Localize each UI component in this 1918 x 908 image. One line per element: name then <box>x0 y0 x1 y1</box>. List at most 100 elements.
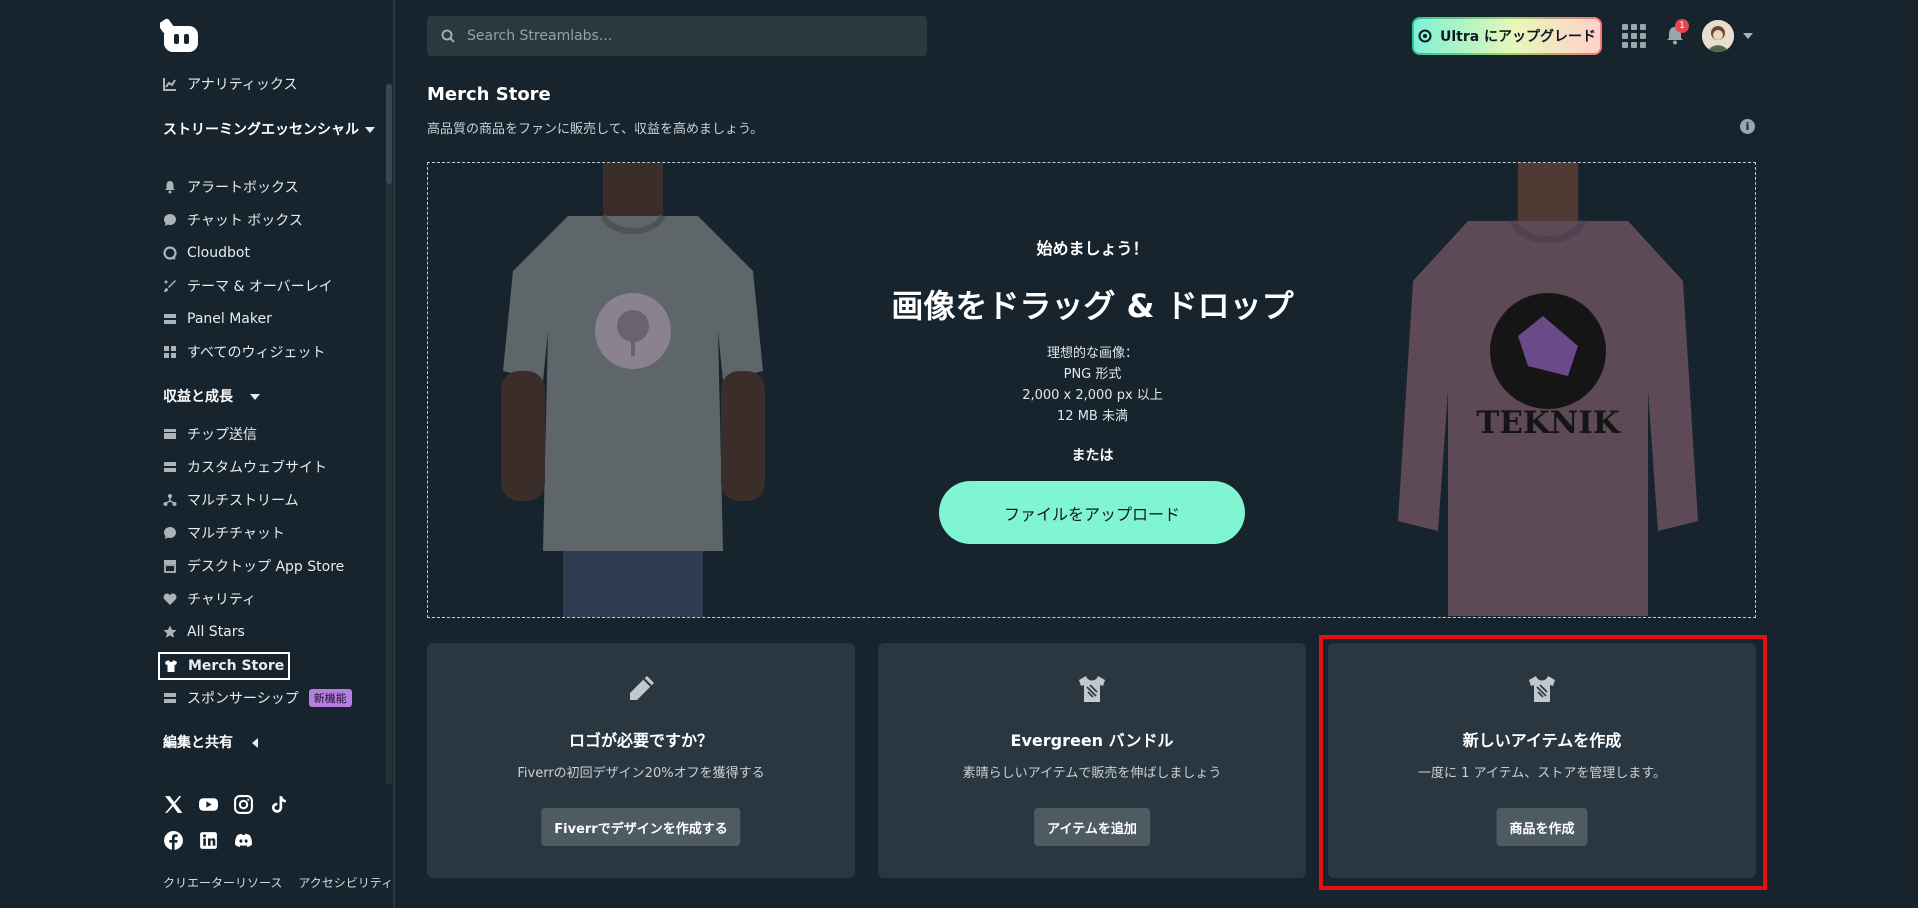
section-revenue-growth[interactable]: 収益と成長 <box>163 387 260 407</box>
instagram-icon[interactable] <box>233 794 254 815</box>
sidebar-item-label: All Stars <box>187 624 245 640</box>
sidebar-item-custom-website[interactable]: カスタムウェブサイト <box>163 455 327 479</box>
ultra-label: Ultra にアップグレード <box>1439 29 1597 45</box>
card-need-logo: ロゴが必要ですか？ Fiverrの初回デザイン20%オフを獲得する Fiverr… <box>427 643 855 878</box>
multistream-icon <box>163 494 177 506</box>
social-links-row-2 <box>163 830 254 851</box>
sidebar-item-label: Panel Maker <box>187 311 272 327</box>
panel-icon <box>164 314 176 324</box>
sidebar-item-themes[interactable]: テーマ & オーバーレイ <box>163 274 333 298</box>
sidebar-item-label: テーマ & オーバーレイ <box>187 279 333 295</box>
page-subtitle: 高品質の商品をファンに販売して、収益を高めましょう。 <box>427 122 764 137</box>
sidebar-item-chatbox[interactable]: チャット ボックス <box>163 208 303 232</box>
sidebar-item-sponsorship[interactable]: スポンサーシップ 新機能 <box>163 686 352 710</box>
shirt-icon <box>1079 676 1105 702</box>
sidebar-item-label: Merch Store <box>188 658 285 674</box>
sidebar-item-charity[interactable]: チャリティ <box>163 587 256 611</box>
sidebar-item-label: マルチストリーム <box>187 493 299 509</box>
sidebar-item-panel-maker[interactable]: Panel Maker <box>163 307 272 331</box>
sidebar-item-tips[interactable]: チップ送信 <box>163 422 257 446</box>
apps-grid-icon[interactable] <box>1622 24 1646 48</box>
sidebar-item-all-widgets[interactable]: すべてのウィジェット <box>163 340 325 364</box>
store-icon <box>164 560 176 573</box>
account-menu-caret-icon[interactable] <box>1743 33 1753 39</box>
brush-icon <box>164 280 176 292</box>
sidebar-item-all-stars[interactable]: All Stars <box>163 620 245 644</box>
fiverr-design-button[interactable]: Fiverrでデザインを作成する <box>541 808 741 846</box>
sidebar-footer-links: クリエーターリソース アクセシビリティ <box>163 874 393 891</box>
sidebar-item-label: カスタムウェブサイト <box>187 460 327 476</box>
info-icon[interactable]: i <box>1740 119 1755 134</box>
grid-icon <box>164 346 176 358</box>
sidebar-item-label: スポンサーシップ <box>187 691 299 707</box>
sidebar-item-label: チップ送信 <box>187 427 257 443</box>
creator-resources-link[interactable]: クリエーターリソース <box>163 874 282 891</box>
chart-icon <box>163 78 176 91</box>
ultra-upgrade-button[interactable]: Ultra にアップグレード <box>1412 17 1602 55</box>
facebook-icon[interactable] <box>163 830 184 851</box>
sidebar-item-cloudbot[interactable]: Cloudbot <box>163 241 250 265</box>
search-bar[interactable] <box>427 16 927 56</box>
sponsor-icon <box>164 693 176 703</box>
x-twitter-icon[interactable] <box>163 794 184 815</box>
dropzone-requirements: 理想的な画像： PNG 形式 2,000 x 2,000 px 以上 12 MB… <box>428 343 1755 427</box>
shirt-icon <box>165 660 177 672</box>
upload-file-button[interactable]: ファイルをアップロード <box>939 481 1245 544</box>
image-dropzone[interactable]: TEKNIK 始めましょう！ 画像をドラッグ & ドロップ 理想的な画像： PN… <box>427 162 1756 618</box>
tiktok-icon[interactable] <box>268 794 289 815</box>
sidebar-item-multistream[interactable]: マルチストリーム <box>163 488 299 512</box>
pencil-icon <box>630 676 654 700</box>
section-title-label: ストリーミングエッセンシャル <box>163 122 359 138</box>
chat-icon <box>164 214 176 226</box>
sidebar-item-label: マルチチャット <box>187 526 285 542</box>
star-icon <box>163 625 177 638</box>
page-title: Merch Store <box>427 84 551 105</box>
sidebar-item-label: チャリティ <box>187 592 257 608</box>
card-evergreen-bundle: Evergreen バンドル 素晴らしいアイテムで販売を伸ばしましょう アイテム… <box>878 643 1306 878</box>
sidebar-item-label: デスクトップ App Store <box>187 559 345 575</box>
social-links-row-1 <box>163 794 289 815</box>
sidebar-item-label: チャット ボックス <box>187 213 303 229</box>
discord-icon[interactable] <box>233 830 254 851</box>
sidebar-scrollbar[interactable] <box>386 84 392 784</box>
section-edit-share[interactable]: 編集と共有 <box>163 733 258 753</box>
sidebar-item-label: アナリティックス <box>187 77 298 93</box>
heart-icon <box>163 593 177 605</box>
section-streaming-essentials[interactable]: ストリーミングエッセンシャル <box>163 120 383 140</box>
multichat-icon <box>164 527 176 539</box>
sidebar-divider <box>393 0 395 908</box>
search-icon <box>441 29 455 43</box>
dropzone-or-label: または <box>1071 448 1114 464</box>
avatar[interactable] <box>1702 20 1734 52</box>
highlight-annotation-box <box>1319 635 1767 890</box>
streamlabs-logo[interactable] <box>160 18 202 54</box>
sidebar-item-merch-store[interactable]: Merch Store <box>158 652 291 680</box>
sidebar-item-label: Cloudbot <box>187 245 250 261</box>
chevron-down-icon[interactable] <box>365 127 375 133</box>
linkedin-icon[interactable] <box>198 830 219 851</box>
card-title: ロゴが必要ですか？ <box>568 731 713 750</box>
requirement-line: 理想的な画像： <box>1046 346 1138 361</box>
sidebar-item-app-store[interactable]: デスクトップ App Store <box>163 554 344 578</box>
sidebar-item-multichat[interactable]: マルチチャット <box>163 521 285 545</box>
website-icon <box>164 462 176 472</box>
search-input[interactable] <box>467 28 907 44</box>
dropzone-start-label: 始めましょう！ <box>1036 239 1149 258</box>
card-description: Fiverrの初回デザイン20%オフを獲得する <box>517 766 765 781</box>
add-item-button[interactable]: アイテムを追加 <box>1034 808 1150 846</box>
requirement-line: PNG 形式 <box>1063 367 1122 382</box>
card-description: 素晴らしいアイテムで販売を伸ばしましょう <box>962 766 1222 781</box>
sidebar-item-analytics[interactable]: アナリティックス <box>163 72 297 96</box>
accessibility-link[interactable]: アクセシビリティ <box>298 874 393 891</box>
requirement-line: 12 MB 未満 <box>1057 409 1128 424</box>
ultra-icon <box>1418 29 1432 43</box>
chevron-down-icon <box>249 394 260 400</box>
notification-count-badge: 1 <box>1675 19 1689 33</box>
sidebar-item-alertbox[interactable]: アラートボックス <box>163 175 299 199</box>
youtube-icon[interactable] <box>198 794 219 815</box>
cloudbot-icon <box>163 246 177 260</box>
bell-icon <box>165 181 175 194</box>
section-title-label: 編集と共有 <box>163 735 233 751</box>
sidebar-item-label: アラートボックス <box>187 180 299 196</box>
requirement-line: 2,000 x 2,000 px 以上 <box>1022 388 1163 403</box>
